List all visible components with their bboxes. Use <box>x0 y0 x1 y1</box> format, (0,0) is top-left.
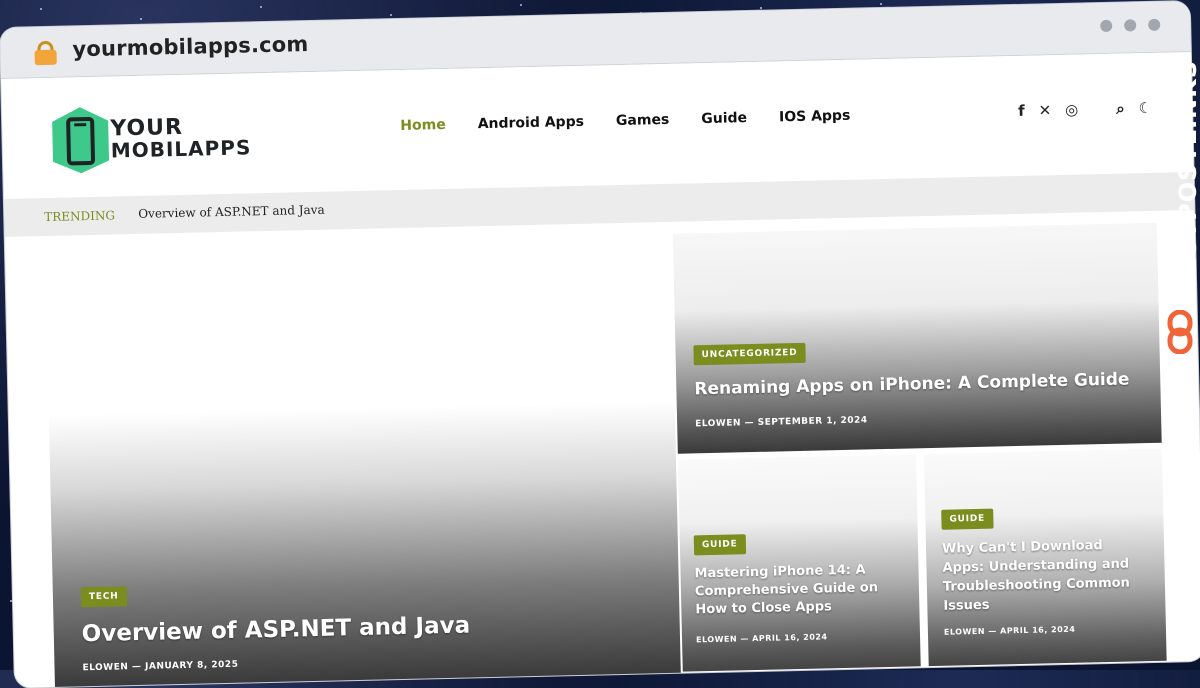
window-controls <box>1100 18 1161 33</box>
post-card-bottom-left[interactable]: GUIDE Mastering iPhone 14: A Comprehensi… <box>677 454 921 672</box>
nav-home[interactable]: Home <box>400 117 446 134</box>
main-nav: Home Android Apps Games Guide IOS Apps <box>400 108 850 134</box>
x-icon[interactable]: ✕ <box>1038 101 1051 119</box>
post-card-featured[interactable]: TECH Overview of ASP.NET and Java ELOWEN… <box>45 233 681 688</box>
category-badge[interactable]: GUIDE <box>693 534 746 556</box>
post-date: APRIL 16, 2024 <box>752 632 828 644</box>
post-meta: ELOWEN — SEPTEMBER 1, 2024 <box>695 415 868 430</box>
featured-posts: TECH Overview of ASP.NET and Java ELOWEN… <box>5 210 1200 688</box>
category-badge[interactable]: GUIDE <box>941 508 994 530</box>
nav-ios-apps[interactable]: IOS Apps <box>779 108 851 126</box>
moon-icon[interactable]: ☾ <box>1138 99 1152 117</box>
post-title[interactable]: Mastering iPhone 14: A Comprehensive Gui… <box>694 561 895 620</box>
post-date: SEPTEMBER 1, 2024 <box>757 415 868 428</box>
post-date: JANUARY 8, 2025 <box>145 659 239 672</box>
post-meta: ELOWEN — JANUARY 8, 2025 <box>82 659 239 674</box>
post-author: ELOWEN <box>943 626 986 637</box>
site-logo[interactable]: YOUR MOBILAPPS <box>50 100 302 178</box>
category-badge[interactable]: TECH <box>80 586 127 608</box>
phone-logo-icon <box>52 107 110 174</box>
trending-label: TRENDING <box>44 208 116 225</box>
window-dot-icon[interactable] <box>1100 19 1113 33</box>
guestpostlinks-watermark: GUESTPOSTLINKS <box>1156 60 1200 360</box>
nav-guide[interactable]: Guide <box>701 110 747 127</box>
post-author: ELOWEN <box>82 662 129 674</box>
post-card-top-right[interactable]: UNCATEGORIZED Renaming Apps on iPhone: A… <box>672 222 1162 454</box>
search-icon[interactable]: ⌕ <box>1116 100 1125 118</box>
watermark-text: GUESTPOSTLINKS <box>1174 60 1200 316</box>
instagram-icon[interactable]: ◎ <box>1065 101 1078 119</box>
window-dot-icon[interactable] <box>1148 18 1161 31</box>
nav-android-apps[interactable]: Android Apps <box>478 114 585 132</box>
chain-link-icon <box>1167 310 1193 354</box>
lock-icon <box>34 40 57 66</box>
post-meta: ELOWEN — APRIL 16, 2024 <box>695 632 828 645</box>
post-meta: ELOWEN — APRIL 16, 2024 <box>943 624 1076 637</box>
facebook-icon[interactable]: f <box>1018 102 1025 120</box>
post-title[interactable]: Why Can't I Download Apps: Understanding… <box>942 535 1149 616</box>
trending-link[interactable]: Overview of ASP.NET and Java <box>138 203 325 221</box>
post-author: ELOWEN <box>695 634 738 645</box>
post-date: APRIL 16, 2024 <box>999 624 1076 636</box>
header-icons: f ✕ ◎ ⌕ ☾ <box>1018 99 1152 120</box>
category-badge[interactable]: UNCATEGORIZED <box>693 342 806 366</box>
post-title[interactable]: Overview of ASP.NET and Java <box>81 609 641 647</box>
logo-text-line2: MOBILAPPS <box>110 135 252 163</box>
post-card-bottom-right[interactable]: GUIDE Why Can't I Download Apps: Underst… <box>923 448 1167 667</box>
address-bar[interactable]: yourmobilapps.com <box>72 32 309 61</box>
post-author: ELOWEN <box>695 418 742 430</box>
window-dot-icon[interactable] <box>1124 19 1137 32</box>
nav-games[interactable]: Games <box>616 112 670 129</box>
post-title[interactable]: Renaming Apps on iPhone: A Complete Guid… <box>694 369 1134 399</box>
browser-window: yourmobilapps.com YOUR MOBILAPPS Home An… <box>0 1 1200 688</box>
